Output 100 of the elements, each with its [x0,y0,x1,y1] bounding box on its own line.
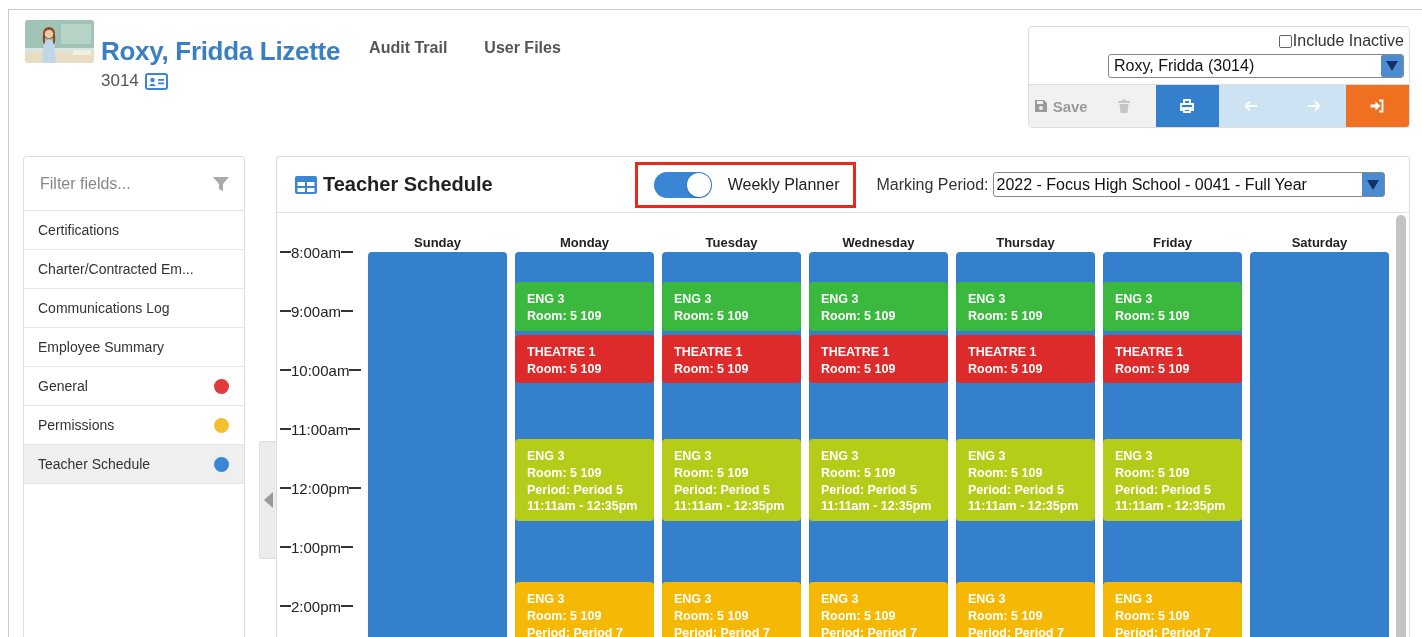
nav-link[interactable]: Audit Trail [369,39,448,57]
sidebar-item-label: Charter/Contracted Em... [38,261,194,277]
event-detail: 11:11am - 12:35pm [527,498,638,516]
sidebar-item-label: Permissions [38,417,115,433]
event-title: ENG 3 [527,448,565,465]
print-button[interactable] [1155,85,1219,127]
event-detail: Period: Period 7 [674,624,770,637]
schedule-event[interactable]: THEATRE 1 Room: 5 109 [809,335,948,383]
day-header: Sunday [413,235,462,252]
sidebar-item-label: General [38,378,88,394]
event-detail: Room: 5 109 [674,607,749,625]
login-button[interactable] [1345,85,1409,127]
time-label: 11:00am [291,420,349,438]
filter-icon [213,175,229,192]
marking-period-label: Marking Period: [876,175,989,194]
event-detail: Room: 5 109 [821,607,896,625]
user-select[interactable]: Roxy, Fridda (3014) [1108,54,1404,78]
schedule-event[interactable]: THEATRE 1 Room: 5 109 [515,335,654,383]
sidebar-item[interactable]: Charter/Contracted Em... [24,250,244,289]
sidebar-item[interactable]: Communications Log [24,289,244,328]
weekly-planner-toggle[interactable] [653,171,712,198]
event-detail: Room: 5 109 [968,607,1043,625]
event-detail: Room: 5 109 [527,464,602,482]
event-detail: Room: 5 109 [968,307,1043,325]
sidebar-item-label: Certifications [38,222,119,238]
event-detail: Room: 5 109 [674,360,749,378]
day-header: Thursday [995,235,1056,252]
event-title: THEATRE 1 [968,344,1037,361]
schedule-event[interactable]: ENG 3 Room: 5 109 [662,282,801,331]
nav-link[interactable]: User Files [484,39,561,57]
event-detail: Room: 5 109 [527,360,602,378]
schedule-event[interactable]: ENG 3 Room: 5 109 [515,282,654,331]
caret-down-icon [1386,61,1398,71]
event-detail: Room: 5 109 [527,307,602,325]
time-label: 9:00am [291,302,342,320]
event-title: ENG 3 [674,448,712,465]
event-title: ENG 3 [1115,448,1153,465]
schedule-event[interactable]: ENG 3 Room: 5 109 [809,282,948,331]
schedule-event[interactable]: THEATRE 1 Room: 5 109 [662,335,801,383]
event-title: ENG 3 [968,291,1006,308]
arrow-right-icon [1306,99,1321,113]
event-detail: Room: 5 109 [674,464,749,482]
event-detail: 11:11am - 12:35pm [1115,498,1226,516]
event-title: ENG 3 [674,291,712,308]
schedule-event[interactable]: THEATRE 1 Room: 5 109 [1103,335,1242,383]
event-title: ENG 3 [968,591,1006,608]
sidebar-item-label: Communications Log [38,300,170,316]
event-title: THEATRE 1 [527,344,596,361]
day-header: Wednesday [841,235,916,252]
event-title: ENG 3 [821,291,859,308]
event-title: THEATRE 1 [821,344,890,361]
id-number: 3014 [101,71,139,91]
event-title: ENG 3 [674,591,712,608]
schedule-event[interactable]: ENG 3 Room: 5 109 [956,282,1095,331]
time-label: 10:00am [291,361,350,379]
sidebar-item[interactable]: Certifications [24,211,244,250]
trash-icon [1117,99,1131,113]
id-card-icon [144,72,168,90]
sidebar-item[interactable]: General [24,367,244,406]
panel-title: Teacher Schedule [323,173,493,196]
event-detail: Period: Period 5 [527,481,623,499]
day-header: Saturday [1290,235,1349,252]
event-detail: Room: 5 109 [821,464,896,482]
event-detail: Period: Period 5 [674,481,770,499]
person-name: Roxy, Fridda Lizette [101,36,341,67]
event-detail: Room: 5 109 [527,607,602,625]
event-title: ENG 3 [527,591,565,608]
schedule-event[interactable]: ENG 3 Room: 5 109 [1103,282,1242,331]
event-detail: Period: Period 7 [821,624,917,637]
event-title: ENG 3 [821,448,859,465]
schedule-event[interactable]: THEATRE 1 Room: 5 109 [956,335,1095,383]
sidebar-item[interactable]: Teacher Schedule [24,445,244,484]
printer-icon [1180,99,1195,113]
sidebar-item[interactable]: Employee Summary [24,328,244,367]
day-header: Friday [1152,235,1193,252]
event-title: ENG 3 [527,291,565,308]
event-detail: Period: Period 7 [968,624,1064,637]
event-detail: Room: 5 109 [674,307,749,325]
triangle-left-icon [263,492,273,508]
marking-period-select[interactable]: 2022 - Focus High School - 0041 - Full Year [992,172,1385,197]
event-detail: Period: Period 7 [527,624,623,637]
sign-in-icon [1370,99,1385,113]
event-detail: Room: 5 109 [968,464,1043,482]
event-title: ENG 3 [1115,591,1153,608]
event-title: ENG 3 [1115,291,1153,308]
event-detail: Room: 5 109 [1115,464,1190,482]
event-title: THEATRE 1 [674,344,743,361]
scrollbar[interactable] [1396,215,1406,637]
collapse-handle[interactable] [259,441,276,559]
day-header: Monday [558,235,611,252]
calendar-grid-icon [295,175,317,194]
event-title: ENG 3 [968,448,1006,465]
event-detail: Room: 5 109 [821,307,896,325]
filter-field[interactable]: Filter fields... [40,174,213,193]
event-detail: Room: 5 109 [968,360,1043,378]
toggle-label: Weekly Planner [727,175,840,194]
time-label: 8:00am [291,243,342,261]
event-detail: 11:11am - 12:35pm [674,498,785,516]
event-title: THEATRE 1 [1115,344,1184,361]
event-detail: Period: Period 5 [968,481,1064,499]
